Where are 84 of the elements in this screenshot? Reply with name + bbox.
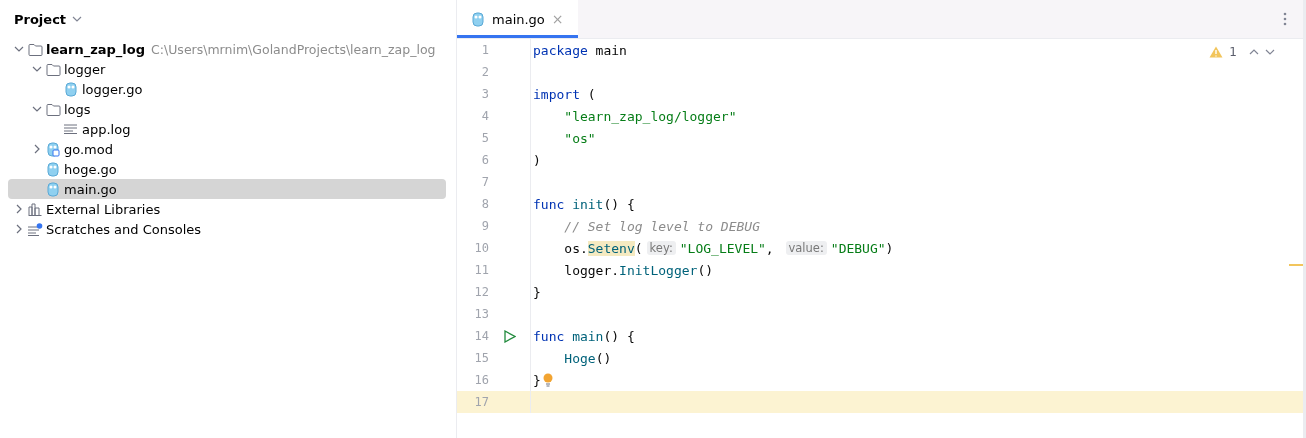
chevron-down-icon[interactable]	[32, 104, 42, 114]
line-number: 11	[473, 263, 489, 277]
parameter-hint: key:	[646, 241, 676, 255]
code-token: )	[533, 152, 541, 168]
line-number: 9	[480, 219, 489, 233]
chevron-right-icon[interactable]	[32, 144, 42, 154]
editor-tab[interactable]: main.go ×	[457, 0, 578, 38]
line-number: 10	[473, 241, 489, 255]
code-token: (	[586, 86, 596, 102]
code-token: init	[571, 196, 604, 212]
tree-item-label[interactable]: logger.go	[82, 81, 143, 97]
code-token: () {	[603, 196, 635, 212]
gopher-icon	[471, 11, 485, 27]
line-number: 13	[473, 307, 489, 321]
gopher-icon	[64, 81, 78, 97]
chevron-down-icon[interactable]	[72, 16, 83, 22]
text-file-icon	[64, 124, 77, 134]
code-token: Hoge	[563, 350, 596, 366]
line-number: 7	[480, 175, 489, 189]
selected-tree-row[interactable]: main.go	[8, 179, 446, 199]
line-number: 14	[473, 329, 489, 343]
code-token: InitLogger	[619, 262, 698, 278]
code-token: func	[533, 196, 565, 212]
line-number: 3	[480, 87, 489, 101]
line-number: 4	[480, 109, 489, 123]
code-token: "DEBUG"	[830, 240, 886, 256]
line-number: 17	[473, 395, 489, 409]
code-token: Setenv	[587, 240, 635, 256]
code-token: () {	[603, 328, 635, 344]
chevron-down-icon[interactable]	[32, 64, 42, 74]
line-number: 16	[473, 373, 489, 387]
line-number: 1	[480, 43, 489, 57]
tree-item-label[interactable]: hoge.go	[64, 161, 117, 177]
chevron-down-icon[interactable]	[1265, 49, 1275, 55]
code-token: "learn_zap_log/logger"	[563, 108, 737, 124]
run-icon[interactable]	[503, 329, 516, 343]
tree-item-label[interactable]: Scratches and Consoles	[46, 221, 202, 237]
chevron-down-icon[interactable]	[14, 44, 24, 54]
line-number: 8	[480, 197, 489, 211]
code-token: // Set log level to DEBUG	[563, 218, 760, 234]
tree-item-label[interactable]: main.go	[64, 181, 117, 197]
code-token: package	[533, 42, 588, 58]
tree-item-label[interactable]: External Libraries	[46, 201, 161, 217]
line-number: 6	[480, 153, 489, 167]
chevron-up-icon[interactable]	[1249, 49, 1259, 55]
gopher-icon	[46, 161, 60, 177]
parameter-hint: value:	[785, 241, 827, 255]
code-token: }	[533, 372, 541, 388]
chevron-right-icon[interactable]	[14, 224, 24, 234]
code-token: )	[885, 240, 894, 256]
code-token: main	[594, 42, 627, 58]
code-token: func	[533, 328, 565, 344]
code-token: "os"	[563, 130, 596, 146]
line-number: 2	[480, 65, 489, 79]
folder-icon	[46, 102, 61, 116]
code-token: ()	[697, 262, 714, 278]
folder-icon	[28, 42, 43, 56]
code-token: }	[533, 284, 541, 300]
warning-count[interactable]: 1	[1229, 45, 1237, 59]
tree-item-label[interactable]: go.mod	[64, 141, 113, 157]
code-token: main	[571, 328, 604, 344]
code-token: (	[634, 240, 643, 256]
code-token: os.	[563, 240, 588, 256]
folder-icon	[46, 62, 61, 76]
gopher-icon	[46, 141, 60, 157]
gopher-icon	[46, 181, 60, 197]
tree-item-label[interactable]: learn_zap_log	[46, 41, 146, 57]
scratch-icon	[28, 222, 43, 236]
tree-item-label[interactable]: app.log	[82, 121, 131, 137]
code-token: ()	[595, 350, 612, 366]
line-number: 5	[480, 131, 489, 145]
code-token: "LOG_LEVEL"	[679, 240, 766, 256]
line-number: 12	[473, 285, 489, 299]
line-number: 15	[473, 351, 489, 365]
tree-item-label[interactable]: logger	[64, 61, 106, 77]
more-options-icon[interactable]	[1283, 12, 1287, 26]
panel-title[interactable]: Project	[14, 11, 67, 27]
code-token: logger.	[563, 262, 620, 278]
library-icon	[28, 202, 42, 216]
chevron-right-icon[interactable]	[14, 204, 24, 214]
project-path: C:\Users\mrnim\GolandProjects\learn_zap_log	[151, 41, 436, 57]
tree-item-label[interactable]: logs	[64, 101, 91, 117]
code-token: import	[533, 86, 580, 102]
code-token: ,	[765, 240, 775, 256]
